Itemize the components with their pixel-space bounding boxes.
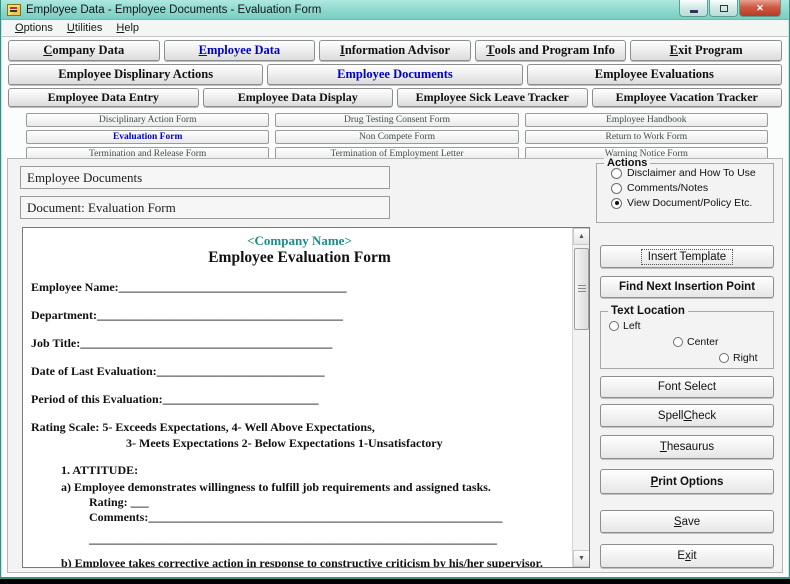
- nav-tab[interactable]: Exit Program: [630, 40, 782, 61]
- document-line: Period of this Evaluation:______________…: [31, 392, 568, 407]
- document-form-button[interactable]: Drug Testing Consent Form: [275, 113, 518, 127]
- nav-tab[interactable]: Information Advisor: [319, 40, 471, 61]
- radio-label: Comments/Notes: [627, 182, 708, 194]
- menu-item[interactable]: Utilities: [60, 21, 109, 35]
- nav-tab[interactable]: Tools and Program Info: [475, 40, 627, 61]
- text-location-radio-option[interactable]: Center: [673, 336, 719, 348]
- document-line: Department:_____________________________…: [31, 308, 568, 323]
- menu-item[interactable]: Options: [8, 21, 60, 35]
- exit-button[interactable]: Exit: [600, 544, 774, 568]
- nav-tab[interactable]: Employee Sick Leave Tracker: [397, 88, 588, 107]
- radio-label: Right: [733, 352, 758, 364]
- window-title: Employee Data - Employee Documents - Eva…: [26, 4, 321, 16]
- text-location-title: Text Location: [608, 305, 688, 317]
- text-location-radio-option[interactable]: Right: [719, 352, 758, 364]
- scroll-down-icon[interactable]: ▼: [573, 550, 590, 567]
- section-label-box: Employee Documents: [20, 166, 390, 189]
- window-controls: ✕: [678, 0, 781, 17]
- document-content[interactable]: <Company Name> Employee Evaluation Form …: [23, 228, 572, 567]
- radio-label: Center: [687, 336, 719, 348]
- radio-icon[interactable]: [719, 353, 729, 363]
- minimize-button[interactable]: [679, 0, 708, 17]
- nav-tab[interactable]: Employee Evaluations: [527, 64, 782, 85]
- document-line: Employee Evaluation Form: [31, 249, 568, 267]
- menu-bar: Options Utilities Help: [2, 20, 788, 37]
- insert-template-label: Insert Template: [641, 249, 733, 265]
- document-scrollbar[interactable]: ▲ ▼: [572, 228, 589, 567]
- action-radio-option[interactable]: View Document/Policy Etc.: [611, 197, 773, 209]
- document-line: Employee Name:__________________________…: [31, 280, 568, 295]
- document-buttons-grid: Disciplinary Action Form Drug Testing Co…: [26, 113, 768, 161]
- document-form-button[interactable]: Employee Handbook: [525, 113, 768, 127]
- document-line: Job Title:______________________________…: [31, 336, 568, 351]
- font-select-button[interactable]: Font Select: [600, 376, 774, 398]
- document-line: 3- Meets Expectations 2- Below Expectati…: [126, 436, 568, 451]
- document-line: a) Employee demonstrates willingness to …: [61, 480, 568, 495]
- actions-group-title: Actions: [604, 157, 650, 169]
- spell-check-button[interactable]: Spell Check: [600, 404, 774, 427]
- nav-tab[interactable]: Employee Documents: [267, 64, 522, 85]
- scrollbar-thumb[interactable]: [574, 248, 589, 330]
- document-line: ________________________________________…: [89, 532, 568, 547]
- save-button[interactable]: Save: [600, 510, 774, 533]
- nav-tab[interactable]: Employee Vacation Tracker: [592, 88, 783, 107]
- insert-template-button[interactable]: Insert Template: [600, 245, 774, 268]
- radio-icon[interactable]: [673, 337, 683, 347]
- document-line: Rating: ___: [89, 495, 568, 510]
- restore-icon: [720, 5, 728, 12]
- nav-tab[interactable]: Employee Displinary Actions: [8, 64, 263, 85]
- document-line: Date of Last Evaluation:________________…: [31, 364, 568, 379]
- document-label-box: Document: Evaluation Form: [20, 196, 390, 219]
- minimize-icon: [690, 10, 698, 13]
- radio-icon[interactable]: [609, 321, 619, 331]
- document-form-button[interactable]: Disciplinary Action Form: [26, 113, 269, 127]
- radio-label: Left: [623, 320, 641, 332]
- radio-icon[interactable]: [611, 183, 622, 194]
- nav-tab[interactable]: Employee Data: [164, 40, 316, 61]
- app-window: Employee Data - Employee Documents - Eva…: [0, 0, 790, 579]
- app-icon: [7, 4, 21, 16]
- close-button[interactable]: ✕: [739, 0, 781, 17]
- nav-row-main: Company Data Employee Data Information A…: [2, 40, 788, 61]
- close-icon: ✕: [756, 3, 764, 14]
- text-location-group: Text Location Left Center: [600, 311, 774, 369]
- document-line: Comments:_______________________________…: [89, 510, 568, 525]
- document-line: b) Employee takes corrective action in r…: [61, 556, 568, 567]
- actions-options: Disclaimer and How To Use Comments/Notes…: [597, 167, 773, 209]
- title-bar: Employee Data - Employee Documents - Eva…: [1, 0, 789, 20]
- document-line: <Company Name>: [31, 233, 568, 249]
- document-form-button[interactable]: Non Compete Form: [275, 130, 518, 144]
- nav-row-employee: Employee Displinary Actions Employee Doc…: [2, 64, 788, 85]
- document-form-button[interactable]: Evaluation Form: [26, 130, 269, 144]
- nav-row-trackers: Employee Data Entry Employee Data Displa…: [2, 88, 788, 107]
- actions-group: Actions Disclaimer and How To Use Commen…: [596, 163, 774, 223]
- client-area: Company Data Employee Data Information A…: [2, 37, 788, 577]
- document-line: Rating Scale: 5- Exceeds Expectations, 4…: [31, 420, 568, 435]
- document-form-button[interactable]: Return to Work Form: [525, 130, 768, 144]
- nav-tab[interactable]: Employee Data Display: [203, 88, 394, 107]
- radio-icon[interactable]: [611, 168, 622, 179]
- nav-tab[interactable]: Company Data: [8, 40, 160, 61]
- document-viewer[interactable]: <Company Name> Employee Evaluation Form …: [22, 227, 590, 568]
- print-options-button[interactable]: Print Options: [600, 469, 774, 494]
- find-next-insertion-point-button[interactable]: Find Next Insertion Point: [600, 276, 774, 298]
- radio-label: View Document/Policy Etc.: [627, 197, 752, 209]
- document-line: 1. ATTITUDE:: [61, 463, 568, 478]
- action-radio-option[interactable]: Comments/Notes: [611, 182, 773, 194]
- thesaurus-button[interactable]: Thesaurus: [600, 435, 774, 459]
- nav-tab[interactable]: Employee Data Entry: [8, 88, 199, 107]
- menu-item[interactable]: Help: [109, 21, 146, 35]
- text-location-radio-option[interactable]: Left: [609, 320, 641, 332]
- radio-icon[interactable]: [611, 198, 622, 209]
- scroll-up-icon[interactable]: ▲: [573, 228, 590, 245]
- restore-button[interactable]: [709, 0, 738, 17]
- main-panel: Employee Documents Document: Evaluation …: [7, 158, 783, 573]
